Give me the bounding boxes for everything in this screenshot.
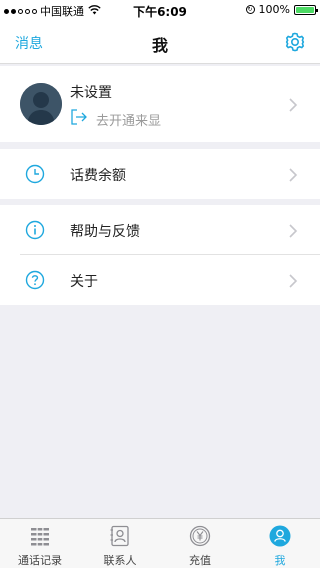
login-arrow-icon [70, 109, 88, 129]
navigation-bar: 消息 我 [0, 20, 320, 64]
menu-item-help[interactable]: 帮助与反馈 [0, 205, 320, 255]
person-icon [269, 525, 291, 547]
profile-name: 未设置 [70, 85, 112, 101]
chevron-right-icon [288, 167, 298, 182]
tab-label: 我 [274, 554, 286, 567]
tab-recharge[interactable]: 充值 [160, 519, 240, 568]
tab-call-log[interactable]: 通话记录 [0, 519, 80, 568]
question-icon [25, 270, 45, 290]
chevron-right-icon [288, 223, 298, 238]
contacts-icon [109, 525, 131, 547]
menu-item-about[interactable]: 关于 [0, 255, 320, 305]
status-bar: 中国联通 下午6:09 ↻ 100% [0, 0, 320, 20]
info-icon [25, 220, 45, 240]
clock-icon [25, 164, 45, 184]
tab-label: 充值 [189, 554, 211, 567]
enable-caller-id-link[interactable]: 去开通来显 [70, 109, 161, 129]
balance-section: 话费余额 [0, 149, 320, 199]
battery-icon [294, 4, 318, 15]
page-title: 我 [151, 36, 168, 55]
tab-label: 联系人 [103, 554, 137, 567]
battery-percent: 100% [258, 3, 290, 16]
tab-label: 通话记录 [18, 554, 62, 567]
menu-item-label: 帮助与反馈 [70, 224, 140, 240]
profile-card[interactable]: 未设置 去开通来显 [0, 66, 320, 142]
menu-item-label: 话费余额 [70, 168, 126, 184]
yen-icon [189, 525, 211, 547]
tab-me[interactable]: 我 [240, 519, 320, 568]
help-about-section: 帮助与反馈 关于 [0, 205, 320, 305]
chevron-right-icon [288, 273, 298, 288]
gear-icon[interactable] [284, 31, 306, 53]
enable-caller-id-label: 去开通来显 [96, 113, 162, 129]
menu-item-label: 关于 [70, 274, 98, 290]
tab-bar: 通话记录 联系人 充值 我 [0, 518, 320, 568]
menu-item-balance[interactable]: 话费余额 [0, 149, 320, 199]
orientation-lock-icon: ↻ [245, 5, 255, 14]
chevron-right-icon [288, 97, 298, 112]
tab-contacts[interactable]: 联系人 [80, 519, 160, 568]
dialpad-icon [29, 525, 51, 547]
avatar [20, 83, 62, 125]
